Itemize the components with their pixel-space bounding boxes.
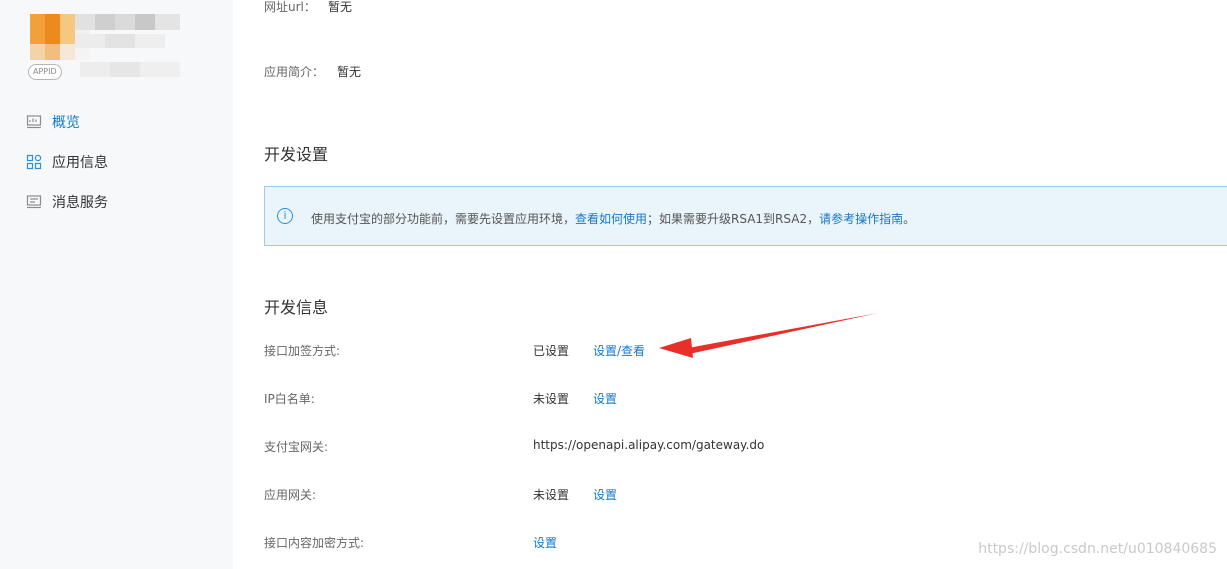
grid-apps-icon [26,154,42,170]
signing-method-set-view-link[interactable]: 设置/查看 [593,342,645,359]
operation-guide-link[interactable]: 请参考操作指南 [819,212,903,226]
ip-whitelist-set-link[interactable]: 设置 [593,390,617,407]
main-content: 网址url： 暂无 应用简介： 暂无 开发设置 i 使用支付宝的部分功能前，需要… [233,0,1227,569]
how-to-use-link[interactable]: 查看如何使用 [575,212,647,226]
monitor-chart-icon [26,114,42,130]
appid-badge: APPID [28,64,62,80]
description-value: 暂无 [337,65,362,79]
app-name-redacted-line2 [75,34,165,48]
sidebar-item-label: 消息服务 [52,195,108,211]
dev-info-title: 开发信息 [264,298,329,317]
ip-whitelist-label: IP白名单: [264,392,315,406]
alipay-gateway-value: https://openapi.alipay.com/gateway.do [533,438,765,452]
signing-method-status: 已设置 [533,344,570,358]
sidebar-item-label: 概览 [52,115,80,131]
ip-whitelist-status: 未设置 [533,392,570,406]
watermark: https://blog.csdn.net/u010840685 [978,541,1217,557]
description-label: 应用简介： [264,65,325,79]
notice-text-before: 使用支付宝的部分功能前，需要先设置应用环境， [311,212,576,226]
url-value: 暂无 [328,0,353,14]
sidebar-item-overview[interactable]: 概览 [26,111,80,133]
sidebar-item-message-service[interactable]: 消息服务 [26,191,108,213]
sidebar-item-app-info[interactable]: 应用信息 [26,151,108,173]
content-encryption-set-link[interactable]: 设置 [533,534,557,551]
content-encryption-label: 接口内容加密方式: [264,536,365,550]
sidebar: APPID 概览 应用信息 消息服务 [0,0,233,569]
dev-settings-title: 开发设置 [264,145,329,164]
alipay-gateway-label: 支付宝网关: [264,440,329,454]
monitor-message-icon [26,194,42,210]
url-label: 网址url： [264,0,316,14]
info-circle-icon: i [277,208,293,224]
notice-text: 使用支付宝的部分功能前，需要先设置应用环境，查看如何使用；如果需要升级RSA1到… [311,210,915,227]
notice-text-after: 。 [903,212,916,226]
signing-method-label: 接口加签方式: [264,344,341,358]
red-arrow-annotation [659,313,878,358]
app-gateway-status: 未设置 [533,488,570,502]
appid-value-redacted [80,62,180,77]
app-name-redacted [75,14,180,30]
dev-settings-notice: i 使用支付宝的部分功能前，需要先设置应用环境，查看如何使用；如果需要升级RSA… [264,186,1227,246]
notice-text-middle: ；如果需要升级RSA1到RSA2， [647,212,820,226]
app-gateway-label: 应用网关: [264,488,317,502]
app-gateway-set-link[interactable]: 设置 [593,486,617,503]
sidebar-item-label: 应用信息 [52,155,108,171]
